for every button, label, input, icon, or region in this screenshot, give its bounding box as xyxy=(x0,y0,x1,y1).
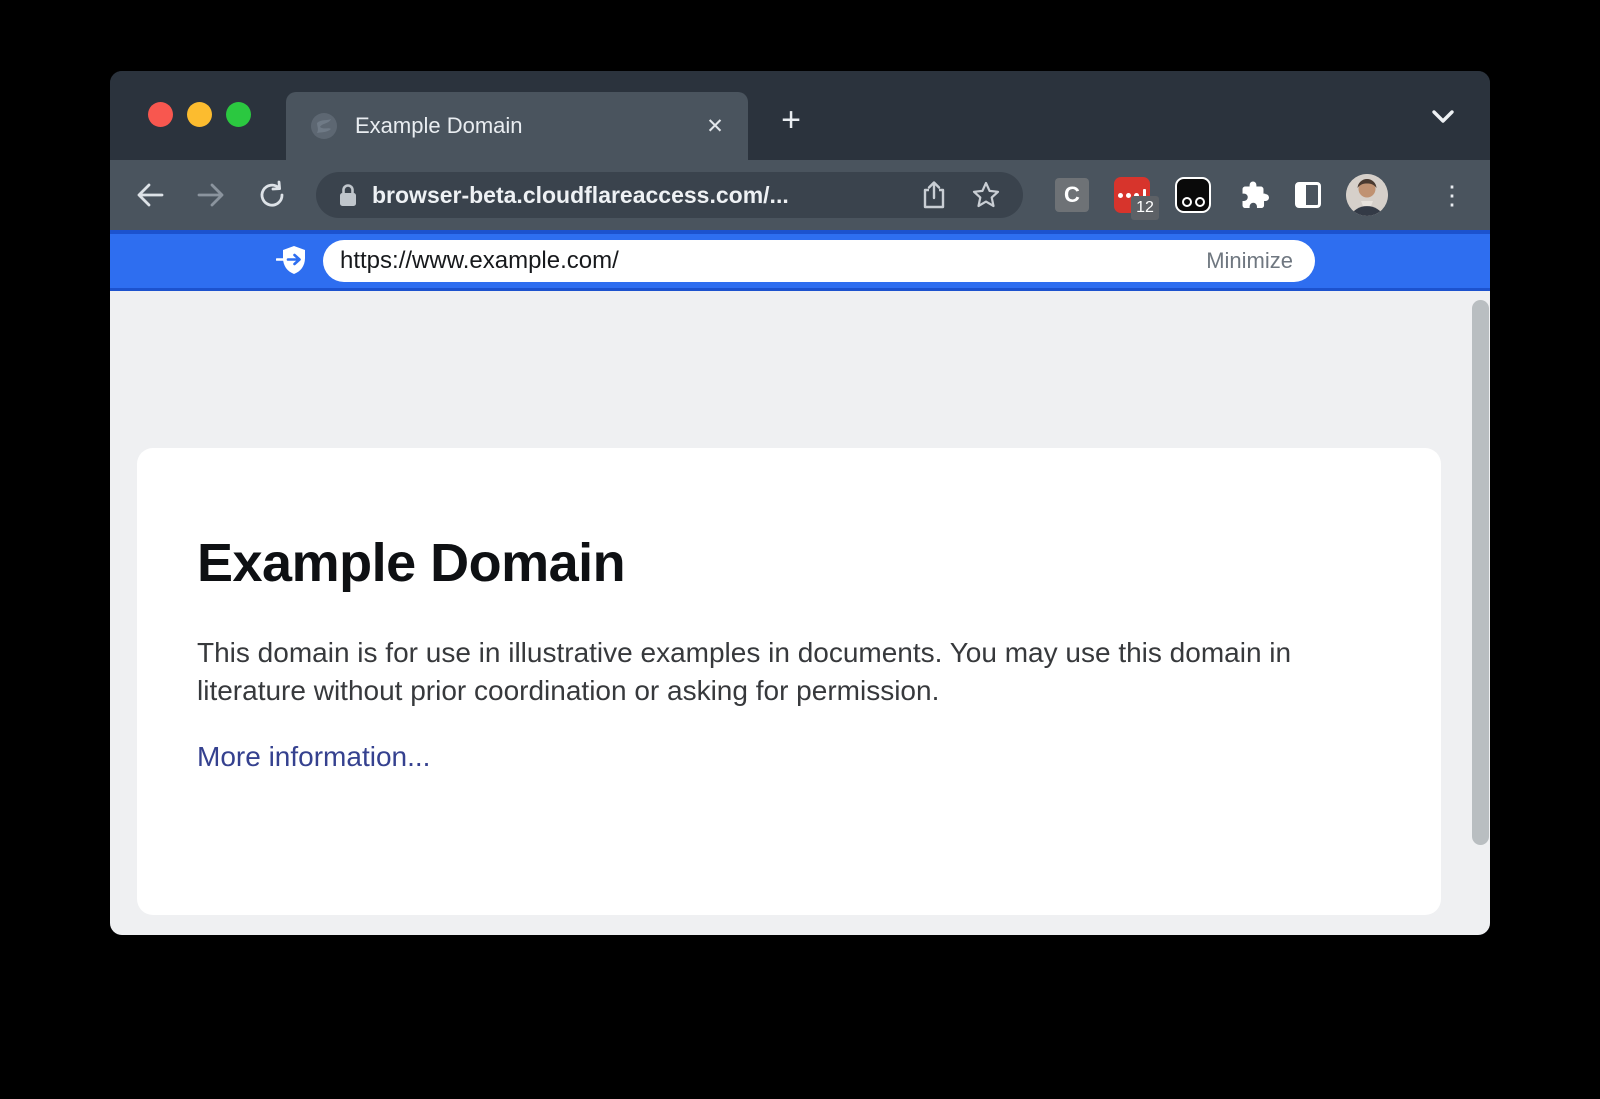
tab-example-domain[interactable]: Example Domain ✕ xyxy=(286,92,748,160)
back-arrow-icon xyxy=(134,181,166,209)
page-title: Example Domain xyxy=(197,532,1381,594)
address-bar[interactable]: browser-beta.cloudflareaccess.com/... xyxy=(316,172,1023,218)
extension-badge-count: 12 xyxy=(1131,196,1159,220)
page-paragraph: This domain is for use in illustrative e… xyxy=(197,634,1352,710)
browser-window: Example Domain ✕ + xyxy=(110,71,1490,935)
isolated-address-field[interactable]: https://www.example.com/ Minimize xyxy=(323,240,1315,282)
extensions-puzzle-icon[interactable] xyxy=(1236,178,1270,212)
minimize-bar-button[interactable]: Minimize xyxy=(1206,248,1293,274)
tab-search-chevron-icon[interactable] xyxy=(1430,108,1456,126)
isolation-url-bar: https://www.example.com/ Minimize xyxy=(110,230,1490,291)
zoom-window-button[interactable] xyxy=(226,102,251,127)
chrome-menu-button[interactable]: ⋮ xyxy=(1439,180,1463,211)
page-viewport: Example Domain This domain is for use in… xyxy=(110,291,1490,935)
extension-c-icon[interactable]: C xyxy=(1055,178,1089,212)
address-bar-actions xyxy=(921,180,1001,210)
forward-arrow-icon xyxy=(195,181,227,209)
scrollbar-thumb[interactable] xyxy=(1472,300,1489,845)
lock-icon xyxy=(338,182,358,208)
globe-favicon-icon xyxy=(310,112,338,140)
profile-avatar[interactable] xyxy=(1346,174,1388,216)
forward-button[interactable] xyxy=(189,173,233,217)
tab-strip: Example Domain ✕ + xyxy=(110,71,1490,160)
navigation-toolbar: browser-beta.cloudflareaccess.com/... C … xyxy=(110,160,1490,230)
side-panel-icon[interactable] xyxy=(1295,182,1321,208)
example-domain-card: Example Domain This domain is for use in… xyxy=(137,448,1441,915)
back-button[interactable] xyxy=(128,173,172,217)
share-icon[interactable] xyxy=(921,180,947,210)
new-tab-button[interactable]: + xyxy=(767,96,815,144)
address-bar-url: browser-beta.cloudflareaccess.com/... xyxy=(372,182,921,209)
avatar-photo xyxy=(1346,174,1388,216)
more-information-link[interactable]: More information... xyxy=(197,741,430,773)
extensions-row: C 12 ⋮ xyxy=(1055,174,1463,216)
shield-arrow-icon xyxy=(276,243,310,279)
reload-icon xyxy=(257,180,287,210)
extension-lastpass-icon[interactable]: 12 xyxy=(1114,177,1150,213)
window-controls xyxy=(148,102,251,127)
isolated-url: https://www.example.com/ xyxy=(340,247,1206,275)
bookmark-star-icon[interactable] xyxy=(971,180,1001,210)
extension-circles-icon[interactable] xyxy=(1175,177,1211,213)
minimize-window-button[interactable] xyxy=(187,102,212,127)
tab-title: Example Domain xyxy=(355,113,700,139)
reload-button[interactable] xyxy=(250,173,294,217)
close-window-button[interactable] xyxy=(148,102,173,127)
close-tab-icon[interactable]: ✕ xyxy=(700,111,730,141)
